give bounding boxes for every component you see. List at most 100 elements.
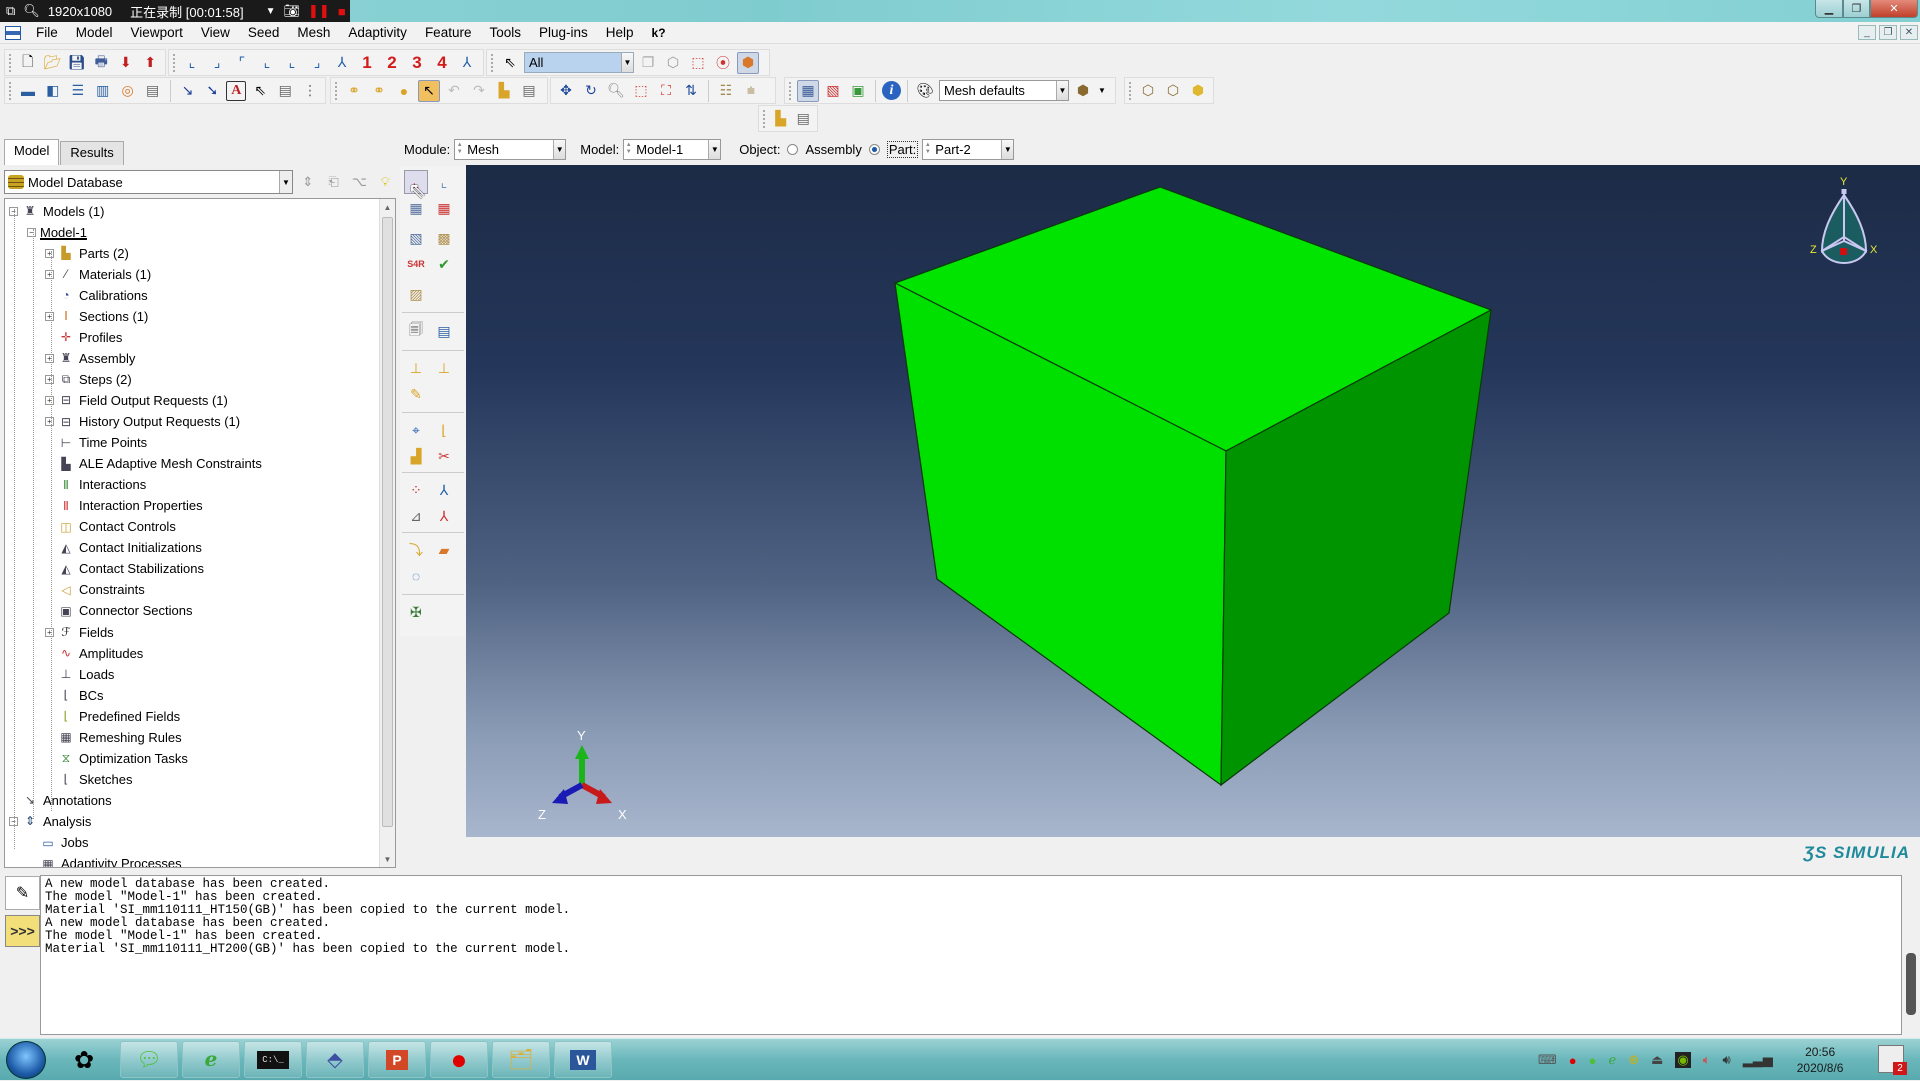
tree-item[interactable]: ∿ Amplitudes xyxy=(45,643,143,663)
sketch-loop-icon[interactable]: ◌ xyxy=(404,564,428,588)
pan-icon[interactable]: ✥ xyxy=(555,80,577,102)
chevron-down-icon[interactable]: ▼ xyxy=(1056,81,1068,100)
context-help-icon[interactable]: k? xyxy=(643,26,675,40)
view-bottom-icon[interactable]: ⌞ xyxy=(256,52,278,74)
text-annotation-icon[interactable]: A xyxy=(226,80,247,101)
minimize-button[interactable]: ▁ xyxy=(1815,0,1843,18)
restore-icon[interactable]: ⧉ xyxy=(6,3,15,19)
expand-icon[interactable]: + xyxy=(45,248,54,258)
replace-icon[interactable]: ↖ xyxy=(418,79,440,102)
tree-item[interactable]: + ℱ Fields xyxy=(45,622,114,642)
nvidia-tray-icon[interactable]: ◉ xyxy=(1675,1052,1691,1068)
app-icon[interactable] xyxy=(5,25,21,40)
restore-button[interactable]: ❐ xyxy=(1843,0,1870,18)
mesh-edges-icon[interactable]: ▧ xyxy=(822,80,844,102)
part-radio-label[interactable]: Part: xyxy=(886,140,919,158)
tree-item[interactable]: ⌊ Sketches xyxy=(45,769,133,789)
tree-item[interactable]: ▣ Connector Sections xyxy=(45,601,192,621)
toolbar-grip[interactable] xyxy=(335,81,338,100)
viewport-link-icon[interactable]: ◎ xyxy=(117,80,139,102)
annotation-list-icon[interactable]: ⋮ xyxy=(299,80,321,102)
tree-item[interactable]: ✛ Profiles xyxy=(45,327,122,347)
solid-feature-icon[interactable]: ▰ xyxy=(432,538,456,562)
keyboard-icon[interactable]: ⌨ xyxy=(1538,1052,1557,1068)
edit-mesh-icon[interactable]: ⌊ xyxy=(432,418,456,442)
collapse-tree-icon[interactable]: ⌥ xyxy=(348,171,370,193)
tree-item[interactable]: ◭ Contact Initializations xyxy=(45,538,201,558)
datum-plane-icon[interactable]: ⊿ xyxy=(404,504,428,528)
stop-icon[interactable]: ■ xyxy=(338,4,346,19)
assembly-radio-label[interactable]: Assembly xyxy=(805,142,861,157)
user-view-2-button[interactable]: 2 xyxy=(381,52,403,74)
expand-tree-icon[interactable]: ⎗ xyxy=(323,171,345,193)
feature-manager-icon[interactable]: ▤ xyxy=(793,108,813,130)
tree-item[interactable]: ▭ Jobs xyxy=(27,833,88,853)
tools-icon[interactable]: ✠ xyxy=(404,600,428,624)
scroll-down-icon[interactable]: ▼ xyxy=(380,851,395,867)
seed-edges-icon[interactable]: ⌞ xyxy=(432,170,456,194)
view-back-icon[interactable]: ⌟ xyxy=(206,52,228,74)
menu-feature[interactable]: Feature xyxy=(416,25,481,40)
mesh-region-icon[interactable]: ▟ xyxy=(404,444,428,468)
toolbar-grip[interactable] xyxy=(763,109,766,128)
tree-item[interactable]: ▦ Adaptivity Processes xyxy=(27,854,181,867)
toolbar-grip[interactable] xyxy=(173,53,176,72)
clock[interactable]: 20:56 2020/8/6 xyxy=(1797,1044,1844,1076)
hidden-line-icon[interactable]: ⬡ xyxy=(1162,80,1184,102)
zoom-icon[interactable]: 🔍︎ xyxy=(605,80,627,102)
create-mesh-part-icon[interactable]: 🗐 xyxy=(404,319,428,343)
cycle-views-icon[interactable]: ⇅ xyxy=(680,80,702,102)
browser-tray-icon[interactable]: ℯ xyxy=(1608,1052,1616,1068)
view-right-icon[interactable]: ⌟ xyxy=(306,52,328,74)
volume-tray-icon[interactable]: 🔊︎ xyxy=(1723,1052,1731,1068)
tree-item[interactable]: Ⅱ Interaction Properties xyxy=(45,496,203,516)
sort-icon[interactable]: ⇕ xyxy=(297,171,319,193)
mesh-display-icon[interactable]: ▦ xyxy=(797,79,819,102)
tree-item[interactable]: ◭ Contact Stabilizations xyxy=(45,559,204,579)
expand-icon[interactable]: + xyxy=(45,353,54,363)
tree-item[interactable]: ⊢ Time Points xyxy=(45,433,147,453)
expand-icon[interactable]: + xyxy=(45,627,54,637)
toolbar-grip[interactable] xyxy=(9,81,12,100)
select-arrow-icon[interactable]: ⇖ xyxy=(499,52,521,74)
select-box-icon[interactable]: ⬚ xyxy=(687,52,709,74)
menu-model[interactable]: Model xyxy=(67,25,122,40)
chevron-down-icon[interactable]: ▼ xyxy=(278,171,292,193)
wechat-tray-icon[interactable]: ● xyxy=(1589,1053,1597,1068)
close-button[interactable]: ✕ xyxy=(1870,0,1918,18)
rotate-icon[interactable]: ↻ xyxy=(580,80,602,102)
boolean-intersect-icon[interactable]: ⚭ xyxy=(368,80,390,102)
view-manipulator-icon[interactable]: Y X Z xyxy=(1810,176,1878,264)
mdi-minimize-button[interactable]: _ xyxy=(1858,25,1876,40)
menu-plugins[interactable]: Plug-ins xyxy=(530,25,597,40)
datum-point-icon[interactable]: ⁘ xyxy=(404,478,428,502)
security-tray-icon[interactable]: ⊕ xyxy=(1628,1052,1639,1068)
render-style-icon[interactable]: ⬢ xyxy=(1072,80,1094,102)
usb-tray-icon[interactable]: ⏏ xyxy=(1651,1052,1663,1068)
shaded-display-icon[interactable]: ▣ xyxy=(847,80,869,102)
user-view-1-button[interactable]: 1 xyxy=(356,52,378,74)
viewport-canvas[interactable]: Y X Z Y X Z xyxy=(466,165,1920,837)
recorder-tray-icon[interactable]: ● xyxy=(1569,1053,1577,1068)
tree-item[interactable]: ◁ Constraints xyxy=(45,580,144,600)
tree-item[interactable]: + ⊟ Field Output Requests (1) xyxy=(45,390,228,410)
select-object-icon[interactable]: ⬢ xyxy=(737,51,759,74)
drag-shape-icon[interactable]: ⬡ xyxy=(662,52,684,74)
user-view-3-button[interactable]: 3 xyxy=(406,52,428,74)
network-tray-icon[interactable]: ▂▃▅ xyxy=(1743,1052,1773,1068)
viewport-tile-vertical-icon[interactable]: ▥ xyxy=(92,80,114,102)
viewport-cascade-icon[interactable]: ◧ xyxy=(42,80,64,102)
tree-item[interactable]: − Model-1 xyxy=(27,222,87,242)
perspective-icon[interactable]: ☷ xyxy=(715,80,737,102)
chevron-down-icon[interactable]: ▼ xyxy=(1097,80,1107,102)
menu-file[interactable]: File xyxy=(27,25,67,40)
taskbar-abaqus[interactable]: ⬘ xyxy=(306,1041,364,1078)
part-combo[interactable]: ▲ ▼ Part-2 ▼ xyxy=(922,138,1015,160)
partition-edge-icon[interactable]: ⊥ xyxy=(432,356,456,380)
toolbar-grip[interactable] xyxy=(789,81,792,100)
lightbulb-icon[interactable]: 💡︎ xyxy=(374,171,396,193)
pause-icon[interactable]: ❚❚ xyxy=(308,3,330,19)
cut-mesh-icon[interactable]: ✂ xyxy=(432,444,456,468)
menu-viewport[interactable]: Viewport xyxy=(122,25,192,40)
assign-mesh-controls-icon[interactable]: ▧ xyxy=(404,226,428,250)
